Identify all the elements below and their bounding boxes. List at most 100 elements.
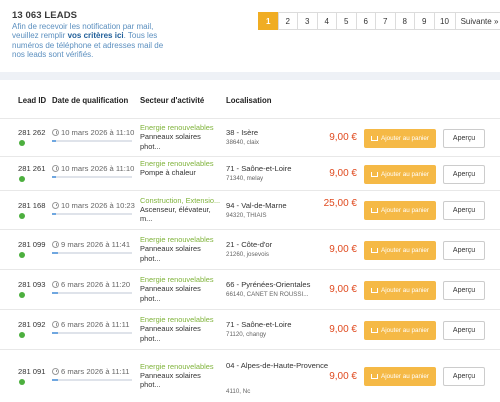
date-text: 9 mars 2026 à 11:41 bbox=[61, 240, 131, 249]
section-separator bbox=[0, 72, 500, 80]
add-to-cart-button[interactable]: Ajouter au panier bbox=[364, 128, 436, 148]
progress-fill bbox=[52, 332, 59, 334]
add-to-cart-button[interactable]: Ajouter au panier bbox=[364, 164, 436, 184]
table-row: 281 099 9 mars 2026 à 11:41 Energie reno… bbox=[0, 229, 500, 269]
cart-icon bbox=[371, 208, 379, 213]
lead-id: 281 262 bbox=[18, 128, 46, 137]
add-to-cart-button[interactable]: Ajouter au panier bbox=[364, 320, 436, 340]
add-to-cart-button[interactable]: Ajouter au panier bbox=[364, 367, 436, 386]
status-dot bbox=[19, 332, 25, 338]
page-button-5[interactable]: 5 bbox=[336, 12, 357, 30]
location-sub: 71340, melay bbox=[226, 175, 264, 182]
page-button-1[interactable]: 1 bbox=[258, 12, 279, 30]
progress-fill bbox=[52, 176, 56, 178]
sector-sub: Panneaux solaires phot... bbox=[140, 324, 201, 343]
progress-bar bbox=[52, 140, 132, 142]
status-dot bbox=[19, 252, 25, 258]
clock-icon bbox=[52, 201, 59, 209]
progress-fill bbox=[52, 212, 56, 215]
progress-bar bbox=[52, 176, 132, 178]
location-main: 71 - Saône-et-Loire bbox=[226, 164, 292, 173]
location-sub: 21260, josevois bbox=[226, 251, 269, 258]
add-to-cart-button[interactable]: Ajouter au panier bbox=[364, 280, 436, 300]
add-to-cart-button[interactable]: Ajouter au panier bbox=[364, 240, 436, 260]
preview-button[interactable]: Aperçu bbox=[443, 280, 485, 300]
location-sub: 4110, Nc bbox=[226, 387, 251, 395]
date-text: 10 mars 2026 à 11:10 bbox=[61, 164, 135, 173]
page-button-7[interactable]: 7 bbox=[375, 12, 396, 30]
progress-fill bbox=[52, 140, 56, 142]
clock-icon bbox=[52, 165, 59, 172]
location-sub: 66140, CANET EN ROUSSI... bbox=[226, 291, 309, 298]
progress-bar bbox=[52, 378, 132, 381]
page-button-2[interactable]: 2 bbox=[277, 12, 298, 30]
sector-main: Energie renouvelables bbox=[140, 123, 214, 132]
page-button-6[interactable]: 6 bbox=[355, 12, 376, 30]
qualification-date: 10 mars 2026 à 11:10 bbox=[52, 128, 134, 137]
date-text: 10 mars 2026 à 11:10 bbox=[61, 128, 135, 137]
qualification-date: 10 mars 2026 à 11:10 bbox=[52, 164, 134, 173]
add-to-cart-label: Ajouter au panier bbox=[381, 134, 429, 142]
column-sector: Secteur d'activité bbox=[140, 96, 205, 105]
location-sub: 71120, changy bbox=[226, 331, 267, 338]
lead-id: 281 261 bbox=[18, 164, 46, 173]
progress-bar bbox=[52, 292, 132, 294]
table-row: 281 092 6 mars 2026 à 11:11 Energie reno… bbox=[0, 309, 500, 349]
price: 9,00 € bbox=[329, 244, 357, 255]
top-bar: 13 063 LEADS Afin de recevoir les notifi… bbox=[0, 0, 500, 72]
cart-icon bbox=[371, 171, 379, 177]
page-button-8[interactable]: 8 bbox=[394, 12, 415, 30]
next-page-button[interactable]: Suivante » bbox=[454, 12, 500, 30]
status-dot bbox=[19, 378, 25, 385]
page-button-10[interactable]: 10 bbox=[433, 12, 456, 30]
clock-icon bbox=[52, 129, 59, 136]
add-to-cart-label: Ajouter au panier bbox=[381, 286, 429, 294]
location-sub: 94320, THIAIS bbox=[226, 211, 267, 219]
lead-id: 281 168 bbox=[18, 200, 46, 210]
clock-icon bbox=[52, 367, 59, 375]
qualification-date: 6 mars 2026 à 11:20 bbox=[52, 280, 130, 289]
clock-icon bbox=[52, 321, 59, 328]
sector-sub: Panneaux solaires phot... bbox=[140, 370, 201, 390]
page-button-4[interactable]: 4 bbox=[316, 12, 337, 30]
sector-main: Energie renouvelables bbox=[140, 235, 214, 244]
leads-table: Lead ID Date de qualification Secteur d'… bbox=[0, 80, 500, 402]
page-button-3[interactable]: 3 bbox=[297, 12, 318, 30]
column-location: Localisation bbox=[226, 96, 272, 105]
progress-fill bbox=[52, 292, 59, 294]
sector-sub: Panneaux solaires phot... bbox=[140, 284, 201, 303]
table-row: 281 261 10 mars 2026 à 11:10 Energie ren… bbox=[0, 156, 500, 190]
criteria-link[interactable]: vos critères ici bbox=[68, 31, 124, 40]
price: 25,00 € bbox=[323, 197, 357, 209]
location-main: 71 - Saône-et-Loire bbox=[226, 320, 292, 329]
status-dot bbox=[19, 212, 25, 219]
preview-button[interactable]: Aperçu bbox=[443, 367, 485, 386]
lead-id: 281 099 bbox=[18, 240, 46, 249]
lead-id: 281 093 bbox=[18, 280, 46, 289]
preview-button[interactable]: Aperçu bbox=[443, 320, 485, 340]
location-main: 04 - Alpes-de-Haute-Provence bbox=[226, 360, 329, 370]
sector-sub: Ascenseur, élévateur, m... bbox=[140, 204, 211, 224]
add-to-cart-button[interactable]: Ajouter au panier bbox=[364, 201, 436, 220]
cart-icon bbox=[371, 327, 379, 333]
preview-button[interactable]: Aperçu bbox=[443, 128, 485, 148]
location-main: 66 - Pyrénées-Orientales bbox=[226, 280, 311, 289]
cart-icon bbox=[371, 374, 379, 379]
preview-button[interactable]: Aperçu bbox=[443, 164, 485, 184]
sector-sub: Panneaux solaires phot... bbox=[140, 132, 201, 151]
add-to-cart-label: Ajouter au panier bbox=[381, 170, 429, 178]
location-main: 94 - Val-de-Marne bbox=[226, 200, 287, 210]
add-to-cart-label: Ajouter au panier bbox=[381, 207, 429, 214]
qualification-date: 6 mars 2026 à 11:11 bbox=[52, 320, 130, 329]
add-to-cart-label: Ajouter au panier bbox=[381, 246, 429, 254]
page-button-9[interactable]: 9 bbox=[414, 12, 435, 30]
lead-id: 281 091 bbox=[18, 366, 46, 376]
location-main: 21 - Côte-d'or bbox=[226, 240, 273, 249]
preview-button[interactable]: Aperçu bbox=[443, 240, 485, 260]
sector-sub: Pompe à chaleur bbox=[140, 168, 196, 177]
preview-button[interactable]: Aperçu bbox=[443, 201, 485, 220]
sector-main: Construction, Extensio... bbox=[140, 195, 220, 205]
date-text: 6 mars 2026 à 11:20 bbox=[61, 280, 131, 289]
progress-bar bbox=[52, 212, 132, 215]
table-header: Lead ID Date de qualification Secteur d'… bbox=[0, 96, 500, 110]
